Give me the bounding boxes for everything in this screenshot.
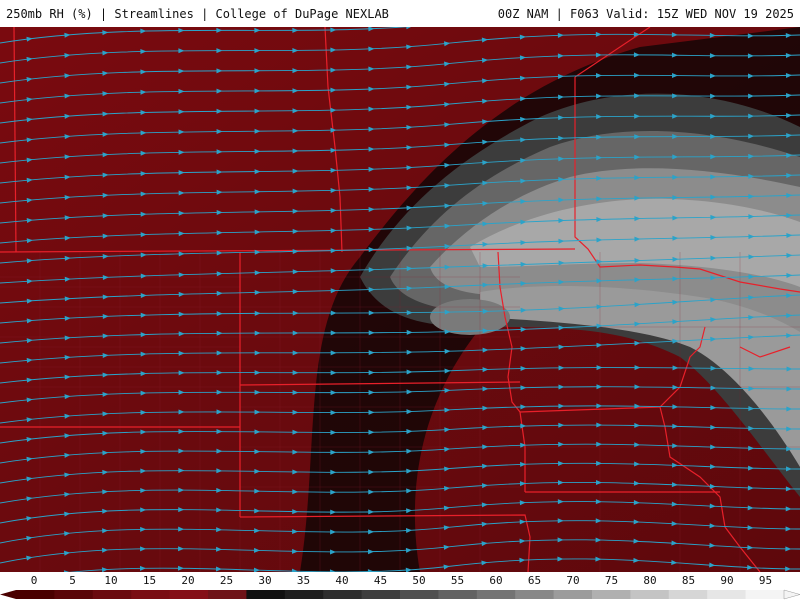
colorbar-segment [284, 590, 324, 599]
colorbar-label: 45 [373, 574, 388, 587]
colorbar [0, 589, 800, 600]
colorbar-segment [745, 590, 785, 599]
moisture-highlight [430, 299, 510, 335]
colorbar-label: 15 [142, 574, 157, 587]
rh-map[interactable] [0, 27, 800, 572]
colorbar-label: 20 [181, 574, 195, 587]
colorbar-segment [400, 590, 439, 599]
colorbar-label: 75 [604, 574, 619, 587]
colorbar-segment [323, 590, 363, 599]
colorbar-segment [208, 590, 247, 599]
colorbar-segment [361, 590, 401, 599]
colorbar-label: 25 [219, 574, 234, 587]
colorbar-label: 70 [566, 574, 580, 587]
colorbar-segment [592, 590, 631, 599]
colorbar-label: 80 [643, 574, 657, 587]
colorbar-segment [668, 590, 708, 599]
header-bar: 250mb RH (%) | Streamlines | College of … [0, 0, 800, 27]
model-run-valid-time: 00Z NAM | F063 Valid: 15Z WED NOV 19 202… [497, 7, 794, 21]
colorbar-segment [169, 590, 209, 599]
colorbar-segment [131, 590, 171, 599]
colorbar-segment [92, 590, 132, 599]
colorbar-label: 50 [412, 574, 426, 587]
colorbar-label: 0 [30, 574, 38, 587]
colorbar-segment [438, 590, 478, 599]
colorbar-left-arrow [0, 590, 16, 599]
colorbar-right-arrow [783, 589, 800, 600]
colorbar-label: 5 [69, 574, 76, 587]
colorbar-label: 95 [758, 574, 773, 587]
colorbar-segment [515, 590, 555, 599]
colorbar-label: 10 [104, 574, 118, 587]
colorbar-segment [246, 590, 286, 599]
colorbar-label: 35 [296, 574, 311, 587]
colorbar-segment [476, 590, 516, 599]
colorbar-label: 65 [527, 574, 542, 587]
colorbar-label: 90 [720, 574, 734, 587]
colorbar-segment [630, 590, 670, 599]
colorbar-label: 40 [335, 574, 349, 587]
colorbar-label: 85 [681, 574, 696, 587]
colorbar-segment [54, 590, 94, 599]
colorbar-segment [707, 590, 747, 599]
colorbar-segment [16, 590, 55, 599]
colorbar-label: 60 [489, 574, 503, 587]
colorbar-label: 55 [450, 574, 465, 587]
product-title: 250mb RH (%) | Streamlines | College of … [6, 7, 389, 21]
colorbar-tick-labels: 0 5 10 15 20 25 30 35 40 45 50 55 60 65 70 75 80 85 90 95 [0, 574, 800, 588]
colorbar-label: 30 [258, 574, 272, 587]
colorbar-segment [553, 590, 593, 599]
